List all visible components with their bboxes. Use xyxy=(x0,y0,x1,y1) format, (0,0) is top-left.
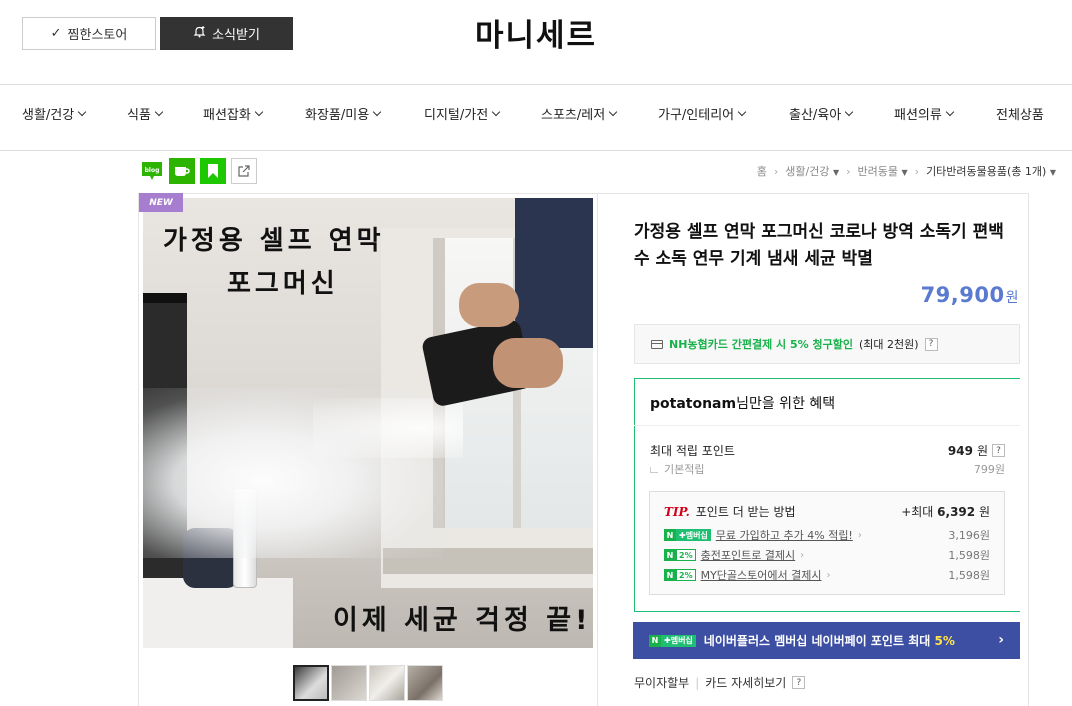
header-divider xyxy=(0,84,1072,85)
new-badge: NEW xyxy=(139,193,183,212)
card-discount-banner: NH농협카드 간편결제 시 5% 청구할인 (최대 2천원) ? xyxy=(634,324,1020,364)
benefit-divider xyxy=(634,425,1020,426)
benefit-heading: potatonam님만을 위한 혜택 xyxy=(650,396,836,412)
share-blog-button[interactable]: blog xyxy=(139,158,165,184)
chevron-down-icon xyxy=(844,107,854,117)
scene-shelf xyxy=(143,293,187,303)
naver-plus-badge: N ✚ 멤버십 xyxy=(649,634,696,647)
image-caption-line2: 포그머신 xyxy=(227,269,339,299)
chevron-down-icon xyxy=(945,107,955,117)
scene-hand-upper xyxy=(459,283,519,327)
cafe-cup-icon xyxy=(175,167,190,176)
nav-item-all-products[interactable]: 전체상품 xyxy=(996,104,1044,123)
breadcrumb-level3[interactable]: 기타반려동물용품(총 1개) ▼ xyxy=(926,163,1056,179)
naver-plus-membership-banner[interactable]: N ✚ 멤버십 네이버플러스 멤버십 네이버페이 포인트 최대 5% › xyxy=(633,622,1020,659)
help-icon[interactable]: ? xyxy=(924,337,938,351)
caret-down-icon: ▼ xyxy=(1049,168,1056,177)
scene-table xyxy=(143,578,293,648)
nav-item-furniture[interactable]: 가구/인테리어 xyxy=(658,104,747,123)
tip-my-store-row[interactable]: N 2% MY단골스토어에서 결제시 › 1,598원 xyxy=(664,567,990,583)
breadcrumb-home[interactable]: 홈 xyxy=(757,163,767,179)
thumbnail-1[interactable] xyxy=(293,665,329,701)
share-keep-button[interactable] xyxy=(200,158,226,184)
thumbnail-2[interactable] xyxy=(331,665,367,701)
caret-down-icon: ▼ xyxy=(901,168,908,177)
image-caption-bottom: 이제 세균 걱정 끝!! xyxy=(333,605,593,636)
breadcrumb-level2[interactable]: 반려동물 ▼ xyxy=(858,163,908,179)
naver-plus-badge: N ✚ 멤버십 xyxy=(664,529,711,541)
chevron-down-icon xyxy=(491,107,501,117)
blog-icon: blog xyxy=(142,162,162,180)
chevron-right-icon: › xyxy=(826,569,831,581)
max-point-value: 949 xyxy=(947,443,973,458)
naver-badge: N 2% xyxy=(664,549,696,561)
nav-item-baby[interactable]: 출산/육아 xyxy=(789,104,854,123)
svg-text:blog: blog xyxy=(145,167,160,174)
share-cafe-button[interactable] xyxy=(169,158,195,184)
caret-down-icon: ▼ xyxy=(832,168,840,177)
breadcrumb: 홈 › 생활/건강 ▼ › 반려동물 ▼ › 기타반려동물용품(총 1개) ▼ xyxy=(757,163,1056,179)
base-point-label: 기본적립 xyxy=(664,463,705,476)
chevron-down-icon xyxy=(254,107,264,117)
chevron-right-icon: › xyxy=(800,549,805,561)
installment-label: 무이자할부 xyxy=(634,676,690,690)
chevron-down-icon xyxy=(608,107,618,117)
scene-fog-stream xyxy=(313,398,463,458)
chevron-down-icon xyxy=(737,107,747,117)
base-point-value: 799원 xyxy=(973,463,1005,476)
nav-item-food[interactable]: 식품 xyxy=(127,104,164,123)
image-caption-line1: 가정용 셀프 연막 xyxy=(163,226,385,256)
nav-item-fashion-goods[interactable]: 패션잡화 xyxy=(203,104,264,123)
chevron-down-icon xyxy=(372,107,382,117)
breadcrumb-level1[interactable]: 생활/건강 ▼ xyxy=(785,163,839,179)
credit-card-icon xyxy=(651,339,663,349)
tip-heading: TIP. 포인트 더 받는 방법 +최대 6,392 원 xyxy=(664,505,990,519)
nav-item-living-health[interactable]: 생활/건강 xyxy=(22,104,87,123)
card-discount-text: NH농협카드 간편결제 시 5% 청구할인 xyxy=(669,338,853,351)
share-icon xyxy=(238,165,250,177)
help-icon[interactable]: ? xyxy=(792,676,806,689)
base-point-row: 기본적립 799원 xyxy=(650,461,1005,477)
chevron-right-icon: › xyxy=(857,529,862,541)
card-detail-link[interactable]: 카드 자세히보기 xyxy=(705,674,786,691)
card-discount-detail: (최대 2천원) xyxy=(858,338,919,351)
thumbnail-list xyxy=(293,665,443,701)
nav-item-clothing[interactable]: 패션의류 xyxy=(894,104,955,123)
product-title: 가정용 셀프 연막 포그머신 코로나 방역 소독기 편백수 소독 연무 기계 냄… xyxy=(634,222,1004,269)
max-point-label: 최대 적립 포인트 xyxy=(650,444,735,458)
bookmark-icon xyxy=(208,164,218,178)
installment-row: 무이자할부 | 카드 자세히보기 ? xyxy=(634,674,806,691)
share-external-button[interactable] xyxy=(231,158,257,184)
max-point-row: 최대 적립 포인트 949 원 ? xyxy=(650,442,1005,459)
thumbnail-3[interactable] xyxy=(369,665,405,701)
chevron-right-icon: › xyxy=(998,632,1004,648)
product-price: 79,900원 xyxy=(920,283,1019,307)
nav-divider xyxy=(0,150,1072,151)
chevron-right-icon: › xyxy=(773,164,779,178)
scene-hand-lower xyxy=(493,338,563,388)
product-main-image[interactable]: 가정용 셀프 연막 포그머신 이제 세균 걱정 끝!! xyxy=(143,198,593,648)
category-nav: 생활/건강 식품 패션잡화 화장품/미용 디지털/가전 스포츠/레저 가구/인테… xyxy=(0,104,1072,128)
chevron-right-icon: › xyxy=(846,164,851,178)
scene-arm xyxy=(515,198,593,348)
nav-item-sports[interactable]: 스포츠/레저 xyxy=(541,104,618,123)
nav-item-cosmetics[interactable]: 화장품/미용 xyxy=(305,104,382,123)
help-icon[interactable]: ? xyxy=(992,444,1005,457)
indent-icon xyxy=(650,467,658,473)
chevron-down-icon xyxy=(154,107,164,117)
nav-item-digital[interactable]: 디지털/가전 xyxy=(424,104,501,123)
naver-badge: N 2% xyxy=(664,569,696,581)
tip-charge-point-row[interactable]: N 2% 충전포인트로 결제시 › 1,598원 xyxy=(664,547,990,563)
chevron-right-icon: › xyxy=(914,164,920,178)
store-name[interactable]: 마니세르 xyxy=(0,10,1072,55)
chevron-down-icon xyxy=(77,107,87,117)
thumbnail-4[interactable] xyxy=(407,665,443,701)
tip-membership-row[interactable]: N ✚ 멤버십 무료 가입하고 추가 4% 적립! › 3,196원 xyxy=(664,527,990,543)
